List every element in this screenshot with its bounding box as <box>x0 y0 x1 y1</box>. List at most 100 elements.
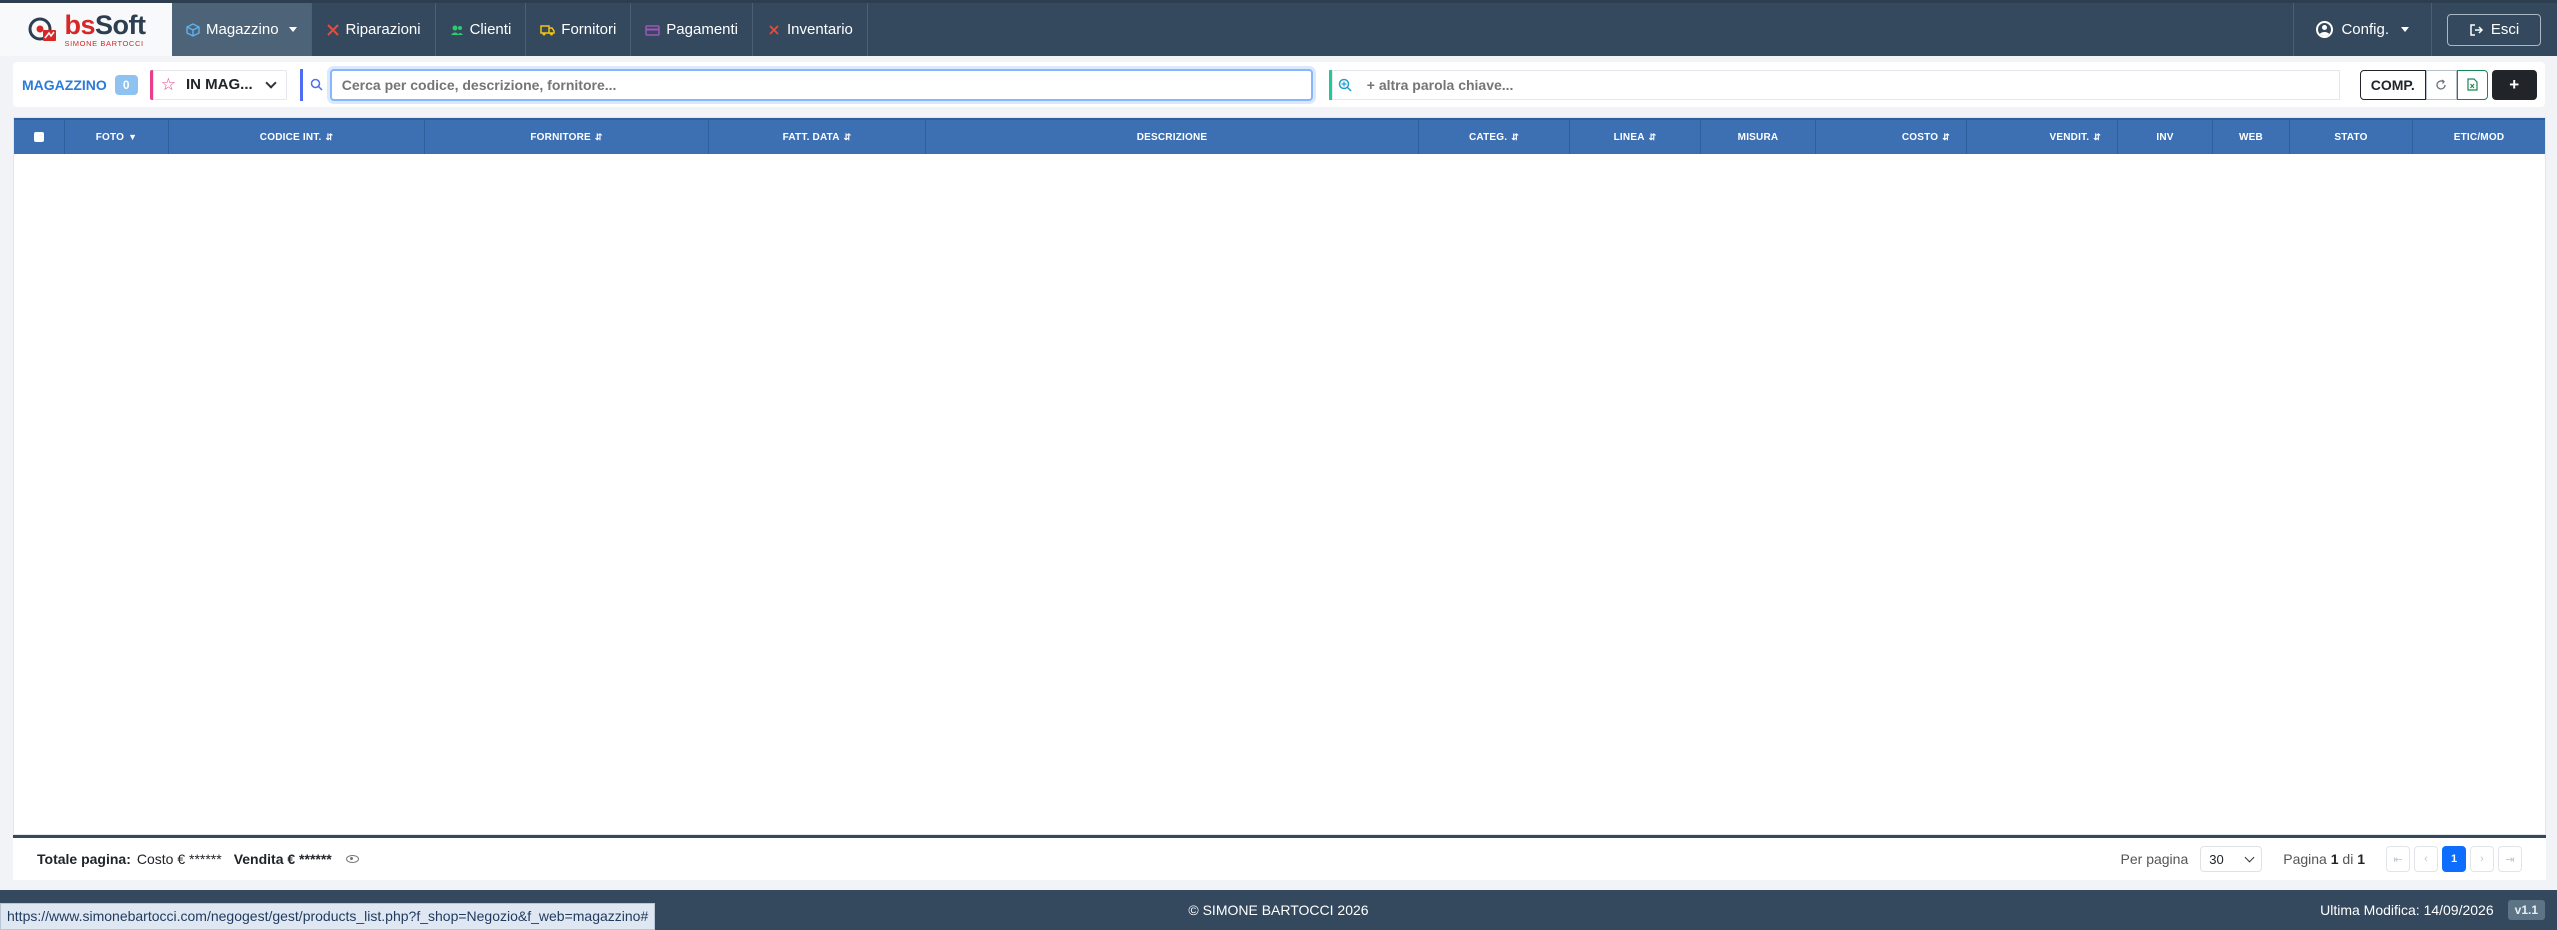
col-fatt-data[interactable]: FATT. DATA ⇵ <box>709 120 926 154</box>
nav-item-fornitori[interactable]: Fornitori <box>526 3 632 56</box>
export-excel-button[interactable] <box>2456 69 2488 100</box>
col-inv: INV <box>2118 120 2213 154</box>
user-circle-icon <box>2316 21 2334 38</box>
cost-total: Costo € ****** <box>136 851 222 867</box>
brand-logo[interactable]: bsSoft SIMONE BARTOCCI <box>0 3 172 56</box>
col-stato: STATO <box>2290 120 2413 154</box>
col-etic-mod: ETIC/MOD <box>2453 131 2505 143</box>
users-icon <box>450 25 463 35</box>
table-footer: Totale pagina: Costo € ****** Vendita € … <box>13 835 2546 880</box>
nav-label: Pagamenti <box>666 21 739 38</box>
refresh-button[interactable] <box>2425 69 2457 100</box>
clipboard-icon <box>769 24 779 35</box>
page-1-button[interactable]: 1 <box>2442 846 2466 872</box>
col-categ[interactable]: CATEG. ⇵ <box>1419 120 1570 154</box>
config-label: Config. <box>2341 21 2389 38</box>
logout-icon <box>2470 23 2483 36</box>
page-buttons: ⇤ ‹ 1 › ⇥ <box>2386 846 2522 872</box>
card-icon <box>645 24 661 36</box>
eye-icon[interactable] <box>345 855 359 863</box>
sort-icon: ⇵ <box>594 131 603 142</box>
tools-icon <box>326 23 339 36</box>
caret-down-icon <box>288 27 297 32</box>
prev-page-button[interactable]: ‹ <box>2414 846 2438 872</box>
sort-icon: ⇵ <box>843 131 852 142</box>
brand-name: bsSoft <box>64 9 147 40</box>
last-modified: Ultima Modifica: 14/09/2026 <box>2320 902 2494 918</box>
logout-label: Esci <box>2490 21 2520 38</box>
section-title: MAGAZZINO 0 <box>13 74 138 95</box>
first-page-button[interactable]: ⇤ <box>2386 846 2410 872</box>
chevron-down-icon <box>2244 852 2255 862</box>
refresh-icon <box>2436 78 2446 90</box>
nav-label: Riparazioni <box>345 21 421 38</box>
nav-menu: Magazzino Riparazioni Clienti Fornitori … <box>172 3 868 56</box>
count-badge: 0 <box>114 74 138 95</box>
stock-filter-dropdown[interactable]: ☆ IN MAG... <box>149 69 287 100</box>
sort-icon: ▼ <box>128 132 138 142</box>
nav-label: Fornitori <box>561 21 617 38</box>
config-menu[interactable]: Config. <box>2293 3 2432 56</box>
col-web: WEB <box>2213 120 2290 154</box>
nav-item-inventario[interactable]: Inventario <box>753 3 868 56</box>
page-info: Pagina 1 di 1 <box>2283 851 2365 867</box>
search-toolbar: MAGAZZINO 0 ☆ IN MAG... COMP. + <box>13 62 2545 107</box>
sort-icon: ⇵ <box>1648 131 1657 142</box>
table-body <box>14 154 2545 834</box>
truck-icon <box>540 24 556 35</box>
browser-status-url: https://www.simonebartocci.com/negogest/… <box>0 903 656 930</box>
star-icon: ☆ <box>160 74 177 94</box>
zoom-in-icon <box>1332 78 1359 92</box>
keyword-input[interactable] <box>1358 69 2340 100</box>
box-icon <box>186 22 200 37</box>
col-misura: MISURA <box>1701 120 1816 154</box>
search-input[interactable] <box>329 68 1313 101</box>
version-badge: v1.1 <box>2507 900 2545 920</box>
nav-item-magazzino[interactable]: Magazzino <box>172 3 312 56</box>
keyword-group <box>1328 69 2340 100</box>
last-page-button[interactable]: ⇥ <box>2498 846 2522 872</box>
search-group <box>299 68 1313 101</box>
chevron-down-icon <box>265 76 277 89</box>
col-codice-int[interactable]: CODICE INT. ⇵ <box>169 120 425 154</box>
table-header: FOTO ▼ CODICE INT. ⇵ FORNITORE ⇵ FATT. DATA… <box>14 118 2545 154</box>
nav-item-clienti[interactable]: Clienti <box>436 3 527 56</box>
top-navbar: bsSoft SIMONE BARTOCCI Magazzino Riparaz… <box>0 0 2557 56</box>
brand-subtitle: SIMONE BARTOCCI <box>64 38 144 48</box>
col-foto[interactable]: FOTO ▼ <box>65 120 169 154</box>
per-page-select[interactable]: 30 <box>2200 846 2263 872</box>
section-label: MAGAZZINO <box>22 76 107 93</box>
pagination: Per pagina 30 Pagina 1 di 1 ⇤ ‹ 1 › ⇥ <box>2121 846 2522 872</box>
excel-file-icon <box>2467 78 2478 91</box>
logout-button[interactable]: Esci <box>2447 13 2541 46</box>
sort-icon: ⇵ <box>1511 131 1519 142</box>
nav-label: Inventario <box>787 21 853 38</box>
per-page-value: 30 <box>2209 851 2224 867</box>
last-modified-area: Ultima Modifica: 14/09/2026 v1.1 <box>2320 900 2557 920</box>
comp-button[interactable]: COMP. <box>2359 69 2426 100</box>
per-page-label: Per pagina <box>2120 851 2189 867</box>
col-select-all[interactable] <box>14 120 65 154</box>
search-icon <box>303 78 330 91</box>
add-product-button[interactable]: + <box>2491 69 2537 100</box>
nav-item-riparazioni[interactable]: Riparazioni <box>312 3 436 56</box>
brand-gear-icon <box>28 17 56 41</box>
col-vendit[interactable]: VENDIT. ⇵ <box>1967 120 2118 154</box>
caret-down-icon <box>2401 27 2409 32</box>
nav-label: Clienti <box>469 21 512 38</box>
filter-label: IN MAG... <box>186 76 253 93</box>
nav-label: Magazzino <box>206 21 279 38</box>
nav-item-pagamenti[interactable]: Pagamenti <box>631 3 754 56</box>
page-totals: Totale pagina: Costo € ****** Vendita € … <box>37 851 359 867</box>
col-fornitore[interactable]: FORNITORE ⇵ <box>425 120 709 154</box>
select-all-checkbox[interactable] <box>34 132 44 142</box>
sale-total: Vendita € ****** <box>233 851 332 867</box>
col-linea[interactable]: LINEA ⇵ <box>1570 120 1701 154</box>
action-button-group: COMP. <box>2359 69 2488 100</box>
sort-icon: ⇵ <box>1942 131 1950 142</box>
col-costo[interactable]: COSTO ⇵ <box>1816 120 1967 154</box>
totals-label: Totale pagina: <box>37 851 131 867</box>
nav-right: Config. Esci <box>2293 3 2557 56</box>
next-page-button[interactable]: › <box>2470 846 2494 872</box>
sort-icon: ⇵ <box>325 131 334 142</box>
